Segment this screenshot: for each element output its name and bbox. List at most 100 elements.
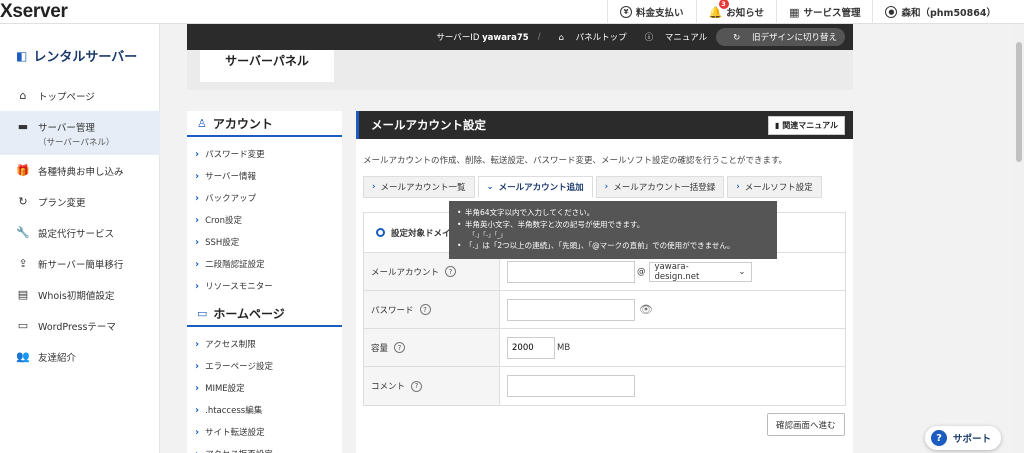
old-design-button[interactable]: ↻ 旧デザインに切り替え [716,28,845,46]
capacity-row: 容量? MB [364,329,845,367]
tooltip-line: 半角英小文字、半角数字と次の記号が使用できます。 [457,219,769,231]
cube-icon: ◧ [16,48,28,63]
tooltip-line: 「.」は「2つ以上の連続」、「先頭」、「@マークの直前」での使用ができません。 [457,240,769,252]
server-id: サーバーID yawara75 [436,33,529,43]
home-icon: ⌂ [558,33,564,43]
nav-user-label: 森和（phm50864） [901,8,996,19]
help-icon[interactable]: ? [445,266,457,277]
refresh-icon: ↻ [18,195,28,208]
submenu-item-resource-monitor[interactable]: リソースモニター [187,275,342,297]
user-icon: ● [885,6,898,18]
password-label: パスワード? [364,291,500,328]
help-icon: ⓘ [644,33,654,43]
account-help-tooltip: 半角64文字以内で入力してください。 半角英小文字、半角数字と次の記号が使用でき… [449,201,777,259]
sidebar-item-setup-service[interactable]: 🔧 設定代行サービス [0,217,160,248]
eye-slash-icon[interactable]: 👁 [639,303,653,316]
password-row: パスワード? 👁 [364,291,845,329]
scrollbar-thumb[interactable] [1016,42,1022,162]
top-nav: ¥ 料金支払い 🔔 3 お知らせ ▦ サービス管理 ● 森和（phm50864） [607,0,1008,24]
submenu-item-password[interactable]: パスワード変更 [187,143,342,165]
sidebar-item-whois[interactable]: ▤ Whois初期値設定 [0,279,160,310]
page-title: メールアカウント設定 [371,118,486,132]
tab-account-list[interactable]: メールアカウント一覧 [363,176,475,198]
domain-select[interactable]: yawara-design.net [648,261,752,282]
wrench-icon: 🔧 [16,226,30,239]
submenu-item-htaccess[interactable]: .htaccess編集 [187,399,342,421]
comment-input[interactable] [507,375,635,397]
related-manual-button[interactable]: ▮ 関連マニュアル [768,116,845,135]
notification-badge: 3 [718,0,729,9]
sidebar-item-plan-change[interactable]: ↻ プラン変更 [0,186,160,217]
server-icon: ▬ [17,120,29,133]
sidebar-item-benefits[interactable]: 🎁 各種特典お申し込み [0,155,160,186]
account-input[interactable] [507,260,635,283]
account-submenu: ♙ アカウント パスワード変更 サーバー情報 バックアップ Cron設定 SSH… [187,111,342,453]
capacity-label: 容量? [364,329,500,366]
submenu-item-server-info[interactable]: サーバー情報 [187,165,342,187]
nav-notices[interactable]: 🔔 3 お知らせ [695,0,777,24]
confirm-button[interactable]: 確認画面へ進む [767,413,845,436]
doc-icon: ▤ [17,288,29,301]
nav-notices-label: お知らせ [726,8,765,19]
submenu-item-ssh[interactable]: SSH設定 [187,231,342,253]
password-input[interactable] [507,298,635,321]
scrollbar[interactable] [1014,24,1024,453]
window-icon: ▭ [17,319,29,332]
browser-icon: ▭ [197,306,208,320]
support-button[interactable]: ? サポート [925,426,1002,450]
submenu-item-site-redirect[interactable]: サイト転送設定 [187,421,342,443]
book-icon: ▮ [775,121,780,130]
sidebar-item-server-management[interactable]: ▬ サーバー管理 （サーバーパネル） [0,111,160,155]
person-icon: ♙ [197,116,207,130]
sidebar-item-wordpress-theme[interactable]: ▭ WordPressテーマ [0,310,160,341]
sidebar-item-top[interactable]: ⌂ トップページ [0,80,160,111]
capacity-input[interactable] [507,336,555,359]
comment-row: コメント? [364,367,845,405]
panel-dark-bar: サーバーID yawara75 / ⌂ パネルトップ ⓘ マニュアル ↻ 旧デザ… [187,24,853,50]
help-icon[interactable]: ? [394,342,406,353]
sidebar-item-referral[interactable]: 👥 友達紹介 [0,341,160,372]
tooltip-line: 半角64文字以内で入力してください。 [457,207,769,219]
people-icon: 👥 [16,350,30,363]
submenu-item-mime[interactable]: MIME設定 [187,377,342,399]
submenu-item-cron[interactable]: Cron設定 [187,209,342,231]
account-section-title: ♙ アカウント [187,111,342,137]
yen-icon: ¥ [620,6,633,18]
panel-top-link[interactable]: ⌂ パネルトップ [550,31,627,43]
nav-user[interactable]: ● 森和（phm50864） [872,0,1008,24]
logo[interactable]: Xserver [0,1,68,23]
refresh-icon: ↻ [733,33,741,43]
submenu-item-error-page[interactable]: エラーページ設定 [187,355,342,377]
sidebar-title[interactable]: ◧ レンタルサーバー [16,46,137,66]
submenu-item-backup[interactable]: バックアップ [187,187,342,209]
manual-link[interactable]: ⓘ マニュアル [636,31,707,43]
help-icon[interactable]: ? [411,380,423,392]
tab-mail-software[interactable]: メールソフト設定 [727,176,822,198]
radio-icon [376,228,385,237]
submenu-item-2fa[interactable]: 二段階認証設定 [187,253,342,275]
mail-account-content: メールアカウント設定 ▮ 関連マニュアル メールアカウントの作成、削除、転送設定… [356,111,853,453]
question-icon: ? [931,430,947,446]
sidebar: ◧ レンタルサーバー ⌂ トップページ ▬ サーバー管理 （サーバーパネル） 🎁 … [0,24,160,453]
gift-icon: 🎁 [16,164,30,177]
nav-payment[interactable]: ¥ 料金支払い [607,0,696,24]
tab-bulk-register[interactable]: メールアカウント一括登録 [595,176,725,198]
homepage-section-title: ▭ ホームページ [187,301,342,327]
nav-service-management[interactable]: ▦ サービス管理 [776,0,872,24]
tooltip-line: 「.」「-」「_」 [469,232,507,239]
submenu-item-access-deny[interactable]: アクセス拒否設定 [187,443,342,453]
panel-links: サーバーID yawara75 / ⌂ パネルトップ ⓘ マニュアル ↻ 旧デザ… [418,24,845,50]
sidebar-list: ⌂ トップページ ▬ サーバー管理 （サーバーパネル） 🎁 各種特典お申し込み ↻… [0,80,160,372]
sidebar-item-migration[interactable]: ⇪ 新サーバー簡単移行 [0,248,160,279]
tab-account-add[interactable]: メールアカウント追加 [477,176,593,198]
divider: / [537,32,541,42]
nav-payment-label: 料金支払い [636,8,684,19]
home-icon: ⌂ [19,89,27,102]
content-header: メールアカウント設定 ▮ 関連マニュアル [356,111,853,139]
page-description: メールアカウントの作成、削除、転送設定、パスワード変更、メールソフト設定の確認を… [363,156,788,166]
help-icon[interactable]: ? [419,304,431,315]
comment-label: コメント? [364,367,500,405]
submenu-item-access-limit[interactable]: アクセス制限 [187,333,342,355]
at-sign: @ [637,266,646,277]
tab-bar: メールアカウント一覧 メールアカウント追加 メールアカウント一括登録 メールソフ… [363,176,825,198]
